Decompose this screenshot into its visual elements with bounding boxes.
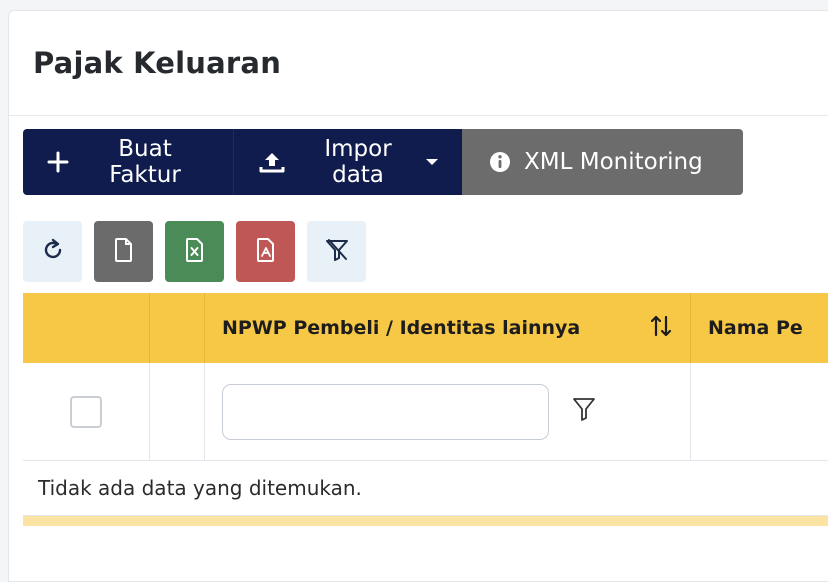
export-file-button[interactable] — [94, 221, 153, 282]
npwp-column-header[interactable]: NPWP Pembeli / Identitas lainnya — [205, 293, 691, 363]
buyer-name-column-header[interactable]: Nama Pe — [691, 293, 828, 363]
sort-icon[interactable] — [650, 314, 672, 343]
card-header: Pajak Keluaran — [9, 11, 828, 116]
create-invoice-label: Buat Faktur — [109, 136, 181, 188]
table-footer-strip — [23, 516, 828, 526]
filter-icon[interactable] — [571, 395, 597, 428]
info-icon — [488, 150, 512, 174]
select-all-cell — [23, 363, 150, 460]
import-data-dropdown[interactable]: Impor data — [233, 129, 462, 195]
excel-file-icon — [184, 237, 206, 266]
npwp-filter-cell — [205, 363, 691, 460]
refresh-icon — [40, 237, 66, 266]
export-excel-button[interactable] — [165, 221, 224, 282]
buyer-name-filter-cell — [691, 363, 828, 460]
select-column-header — [23, 293, 150, 363]
npwp-column-label: NPWP Pembeli / Identitas lainnya — [222, 317, 581, 339]
table-header-row: NPWP Pembeli / Identitas lainnya Nama Pe — [23, 293, 828, 363]
data-table: NPWP Pembeli / Identitas lainnya Nama Pe… — [23, 293, 828, 526]
filter-row — [23, 363, 828, 461]
import-data-label: Impor data — [324, 136, 392, 188]
empty-filter-cell — [150, 363, 205, 460]
action-button-group: Buat Faktur Impor data XML Monitoring — [23, 129, 743, 195]
pdf-file-icon — [255, 237, 277, 266]
xml-monitoring-label: XML Monitoring — [524, 149, 703, 175]
xml-monitoring-button[interactable]: XML Monitoring — [462, 129, 743, 195]
page-title: Pajak Keluaran — [33, 46, 282, 80]
file-icon — [113, 237, 135, 266]
create-invoice-button[interactable]: Buat Faktur — [23, 129, 233, 195]
action-column-header — [150, 293, 205, 363]
chevron-down-icon — [426, 159, 438, 165]
npwp-filter-input[interactable] — [222, 383, 549, 440]
clear-filter-button[interactable] — [307, 221, 366, 282]
table-toolbar — [23, 221, 366, 282]
plus-icon — [47, 151, 69, 173]
export-pdf-button[interactable] — [236, 221, 295, 282]
select-all-checkbox[interactable] — [70, 395, 102, 428]
clear-filter-icon — [324, 237, 350, 266]
refresh-button[interactable] — [23, 221, 82, 282]
empty-message: Tidak ada data yang ditemukan. — [23, 461, 828, 516]
upload-icon — [258, 150, 286, 174]
